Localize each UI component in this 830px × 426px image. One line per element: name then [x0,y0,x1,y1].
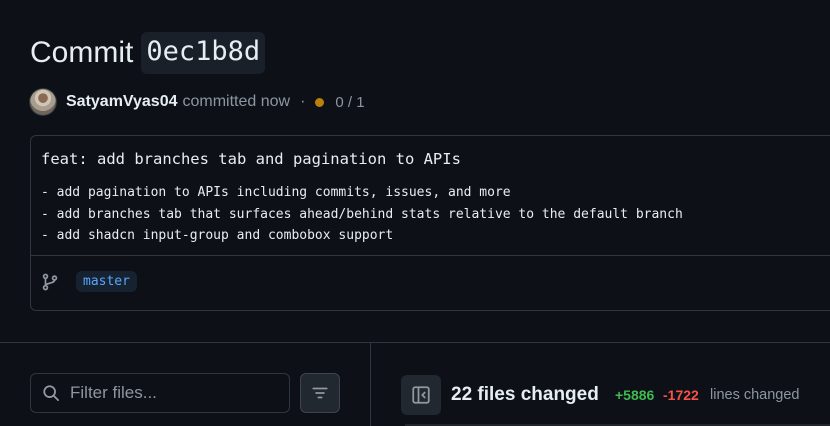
meta-separator: · [300,93,306,110]
branch-icon [42,273,58,291]
author-link[interactable]: SatyamVyas04 [66,93,178,111]
commit-message-body: - add pagination to APIs including commi… [41,182,683,247]
sidebar-toggle-icon [412,386,430,404]
filter-files-input[interactable] [70,383,270,403]
avatar[interactable] [30,89,56,115]
commit-message-box: feat: add branches tab and pagination to… [30,135,830,311]
message-divider [31,255,830,256]
toggle-file-tree-button[interactable] [401,375,441,415]
additions-count: +5886 [615,387,655,403]
branch-tag[interactable]: master [76,271,137,292]
commit-message-line: - add shadcn input-group and combobox su… [41,228,394,243]
commit-sha[interactable]: 0ec1b8d [141,32,266,74]
commit-meta: SatyamVyas04 committed now · 0 / 1 [30,88,365,116]
panel-divider [370,342,371,426]
page-title: Commit 0ec1b8d [30,32,266,74]
files-changed-count: 22 files changed [451,384,599,405]
status-dot-icon[interactable] [315,97,325,107]
search-icon [43,385,59,401]
commit-message-line: - add pagination to APIs including commi… [41,185,511,200]
deletions-count: -1722 [663,387,699,403]
checks-count[interactable]: 0 / 1 [335,94,364,111]
page-title-word: Commit [30,36,134,69]
filter-files-field[interactable] [30,373,290,413]
lines-changed-label: lines changed [710,387,800,403]
filter-options-button[interactable] [300,373,340,413]
commit-message-line: - add branches tab that surfaces ahead/b… [41,206,683,222]
filter-icon [312,387,328,399]
section-divider [0,342,830,343]
commit-action: committed now [182,93,291,110]
commit-message-title: feat: add branches tab and pagination to… [41,150,461,168]
